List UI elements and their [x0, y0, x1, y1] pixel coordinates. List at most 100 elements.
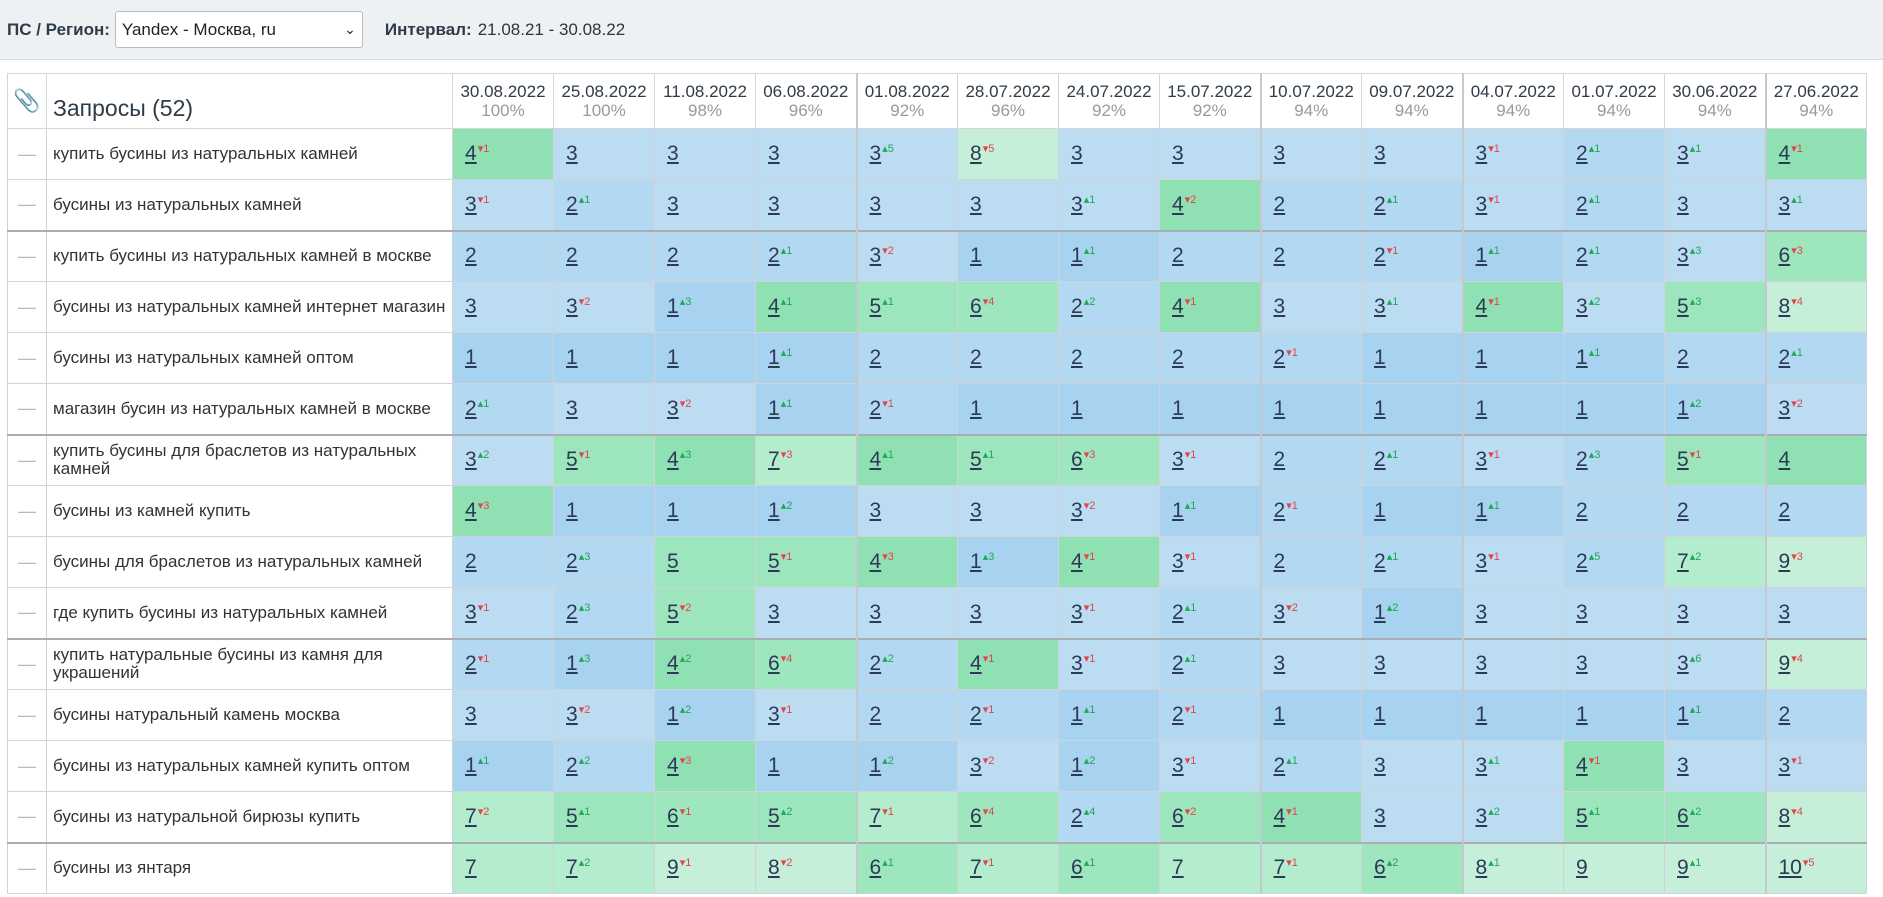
position-link[interactable]: 3 — [1374, 652, 1386, 675]
position-link[interactable]: 1 — [1071, 397, 1083, 420]
position-link[interactable]: 3 — [1677, 244, 1689, 267]
row-toggle-icon[interactable]: — — [7, 841, 47, 894]
position-link[interactable]: 7 — [970, 856, 982, 879]
row-toggle-icon[interactable]: — — [7, 689, 47, 741]
position-link[interactable]: 1 — [1576, 346, 1588, 369]
position-link[interactable]: 1 — [566, 652, 578, 675]
position-link[interactable]: 1 — [768, 397, 780, 420]
position-link[interactable]: 3 — [1374, 295, 1386, 318]
position-link[interactable]: 2 — [1172, 703, 1184, 726]
position-link[interactable]: 2 — [1274, 550, 1286, 573]
position-link[interactable]: 6 — [1071, 856, 1083, 879]
position-link[interactable]: 7 — [870, 805, 882, 828]
position-link[interactable]: 2 — [1374, 550, 1386, 573]
position-link[interactable]: 1 — [667, 703, 679, 726]
position-link[interactable]: 3 — [1779, 397, 1791, 420]
position-link[interactable]: 1 — [1476, 346, 1488, 369]
position-link[interactable]: 3 — [1172, 448, 1184, 471]
position-link[interactable]: 3 — [1071, 601, 1083, 624]
position-link[interactable]: 1 — [1576, 703, 1588, 726]
position-link[interactable]: 3 — [1071, 652, 1083, 675]
position-link[interactable]: 1 — [1476, 397, 1488, 420]
position-link[interactable]: 3 — [870, 244, 882, 267]
position-link[interactable]: 2 — [465, 397, 477, 420]
row-toggle-icon[interactable]: — — [7, 637, 47, 690]
position-link[interactable]: 5 — [667, 601, 679, 624]
position-link[interactable]: 3 — [1374, 805, 1386, 828]
position-link[interactable]: 2 — [566, 244, 578, 267]
position-link[interactable]: 1 — [667, 346, 679, 369]
position-link[interactable]: 2 — [1172, 244, 1184, 267]
position-link[interactable]: 6 — [667, 805, 679, 828]
position-link[interactable]: 7 — [465, 856, 477, 879]
position-link[interactable]: 2 — [1576, 142, 1588, 165]
position-link[interactable]: 6 — [1071, 448, 1083, 471]
position-link[interactable]: 3 — [1172, 550, 1184, 573]
position-link[interactable]: 2 — [870, 703, 882, 726]
position-link[interactable]: 1 — [667, 295, 679, 318]
date-column-header[interactable]: 24.07.2022 92% — [1058, 73, 1160, 129]
position-link[interactable]: 8 — [768, 856, 780, 879]
position-link[interactable]: 9 — [1576, 856, 1588, 879]
row-toggle-icon[interactable]: — — [7, 179, 47, 231]
position-link[interactable]: 3 — [1274, 295, 1286, 318]
position-link[interactable]: 6 — [1374, 856, 1386, 879]
position-link[interactable]: 2 — [1274, 193, 1286, 216]
position-link[interactable]: 6 — [970, 295, 982, 318]
position-link[interactable]: 1 — [1476, 703, 1488, 726]
position-link[interactable]: 3 — [870, 193, 882, 216]
position-link[interactable]: 3 — [1071, 193, 1083, 216]
position-link[interactable]: 2 — [1172, 346, 1184, 369]
position-link[interactable]: 4 — [667, 448, 679, 471]
date-column-header[interactable]: 06.08.2022 96% — [755, 73, 857, 129]
position-link[interactable]: 3 — [1677, 601, 1689, 624]
position-link[interactable]: 1 — [768, 499, 780, 522]
position-link[interactable]: 1 — [1374, 397, 1386, 420]
position-link[interactable]: 3 — [970, 754, 982, 777]
position-link[interactable]: 2 — [870, 652, 882, 675]
position-link[interactable]: 7 — [1274, 856, 1286, 879]
date-column-header[interactable]: 30.06.2022 94% — [1664, 73, 1766, 129]
position-link[interactable]: 4 — [1172, 193, 1184, 216]
position-link[interactable]: 3 — [768, 193, 780, 216]
position-link[interactable]: 6 — [1779, 244, 1791, 267]
position-link[interactable]: 3 — [465, 601, 477, 624]
position-link[interactable]: 2 — [1576, 499, 1588, 522]
position-link[interactable]: 3 — [1677, 652, 1689, 675]
position-link[interactable]: 3 — [465, 295, 477, 318]
position-link[interactable]: 3 — [1071, 142, 1083, 165]
position-link[interactable]: 1 — [768, 754, 780, 777]
position-link[interactable]: 1 — [566, 346, 578, 369]
row-toggle-icon[interactable]: — — [7, 433, 47, 486]
position-link[interactable]: 1 — [1374, 346, 1386, 369]
date-column-header[interactable]: 25.08.2022 100% — [553, 73, 655, 129]
position-link[interactable]: 1 — [768, 346, 780, 369]
position-link[interactable]: 3 — [1576, 295, 1588, 318]
position-link[interactable]: 8 — [970, 142, 982, 165]
position-link[interactable]: 3 — [768, 601, 780, 624]
position-link[interactable]: 4 — [1071, 550, 1083, 573]
position-link[interactable]: 3 — [1071, 499, 1083, 522]
position-link[interactable]: 3 — [870, 499, 882, 522]
position-link[interactable]: 4 — [1576, 754, 1588, 777]
position-link[interactable]: 6 — [1172, 805, 1184, 828]
position-link[interactable]: 7 — [1172, 856, 1184, 879]
position-link[interactable]: 3 — [1576, 652, 1588, 675]
position-link[interactable]: 3 — [1476, 550, 1488, 573]
position-link[interactable]: 3 — [1274, 142, 1286, 165]
position-link[interactable]: 4 — [1476, 295, 1488, 318]
position-link[interactable]: 1 — [970, 397, 982, 420]
position-link[interactable]: 2 — [1576, 550, 1588, 573]
row-toggle-icon[interactable]: — — [7, 128, 47, 180]
position-link[interactable]: 3 — [566, 703, 578, 726]
position-link[interactable]: 4 — [465, 499, 477, 522]
position-link[interactable]: 5 — [970, 448, 982, 471]
position-link[interactable]: 7 — [1677, 550, 1689, 573]
position-link[interactable]: 1 — [1374, 499, 1386, 522]
position-link[interactable]: 6 — [768, 652, 780, 675]
position-link[interactable]: 2 — [1172, 601, 1184, 624]
position-link[interactable]: 5 — [667, 550, 679, 573]
row-toggle-icon[interactable]: — — [7, 383, 47, 435]
position-link[interactable]: 1 — [1677, 397, 1689, 420]
date-column-header[interactable]: 28.07.2022 96% — [957, 73, 1059, 129]
